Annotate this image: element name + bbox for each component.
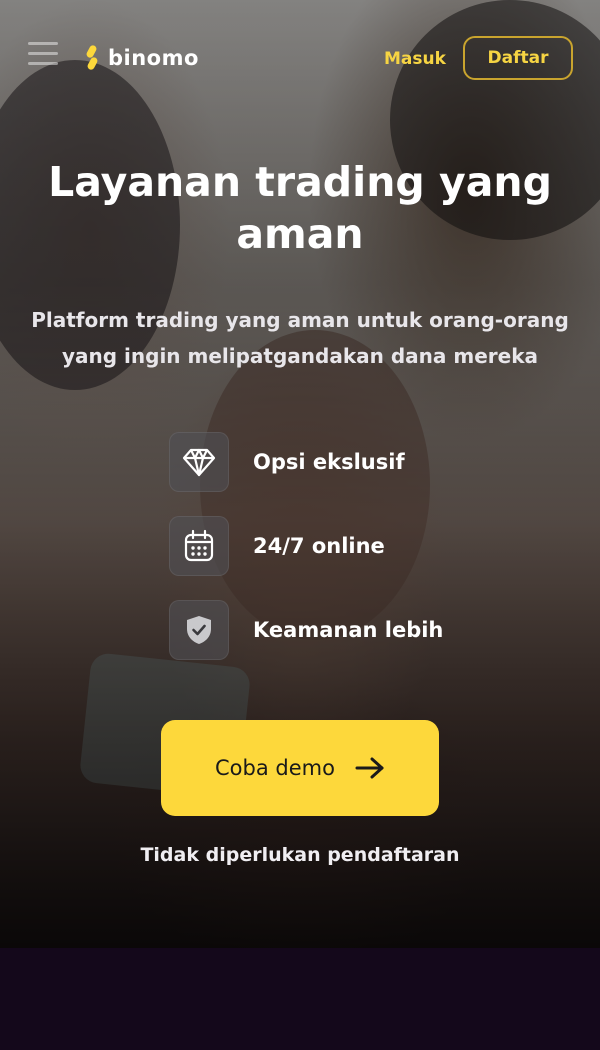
try-demo-label: Coba demo — [215, 756, 335, 780]
feature-label: Keamanan lebih — [253, 618, 444, 642]
feature-item: Opsi ekslusif — [169, 432, 549, 492]
header: binomo Masuk Daftar — [0, 0, 600, 120]
feature-item: 24/7 online — [169, 516, 549, 576]
no-registration-note: Tidak diperlukan pendaftaran — [140, 844, 460, 866]
login-link[interactable]: Masuk — [384, 49, 446, 69]
landing-page: binomo Masuk Daftar Layanan trading yang… — [0, 0, 600, 1050]
feature-label: 24/7 online — [253, 534, 385, 558]
menu-icon[interactable] — [28, 42, 58, 68]
logo-text: binomo — [108, 46, 199, 70]
hero-subtitle: Platform trading yang aman untuk orang-o… — [31, 308, 569, 368]
binomo-logo-icon — [86, 45, 98, 70]
diamond-icon — [169, 432, 229, 492]
signup-button[interactable]: Daftar — [463, 36, 573, 80]
feature-item: Keamanan lebih — [169, 600, 549, 660]
feature-label: Opsi ekslusif — [253, 450, 405, 474]
calendar-icon — [169, 516, 229, 576]
try-demo-button[interactable]: Coba demo — [161, 720, 439, 816]
shield-check-icon — [169, 600, 229, 660]
arrow-right-icon — [355, 757, 384, 779]
hero-title: Layanan trading yang aman — [48, 158, 552, 258]
bottom-section — [0, 948, 600, 1050]
logo[interactable]: binomo — [82, 45, 199, 71]
